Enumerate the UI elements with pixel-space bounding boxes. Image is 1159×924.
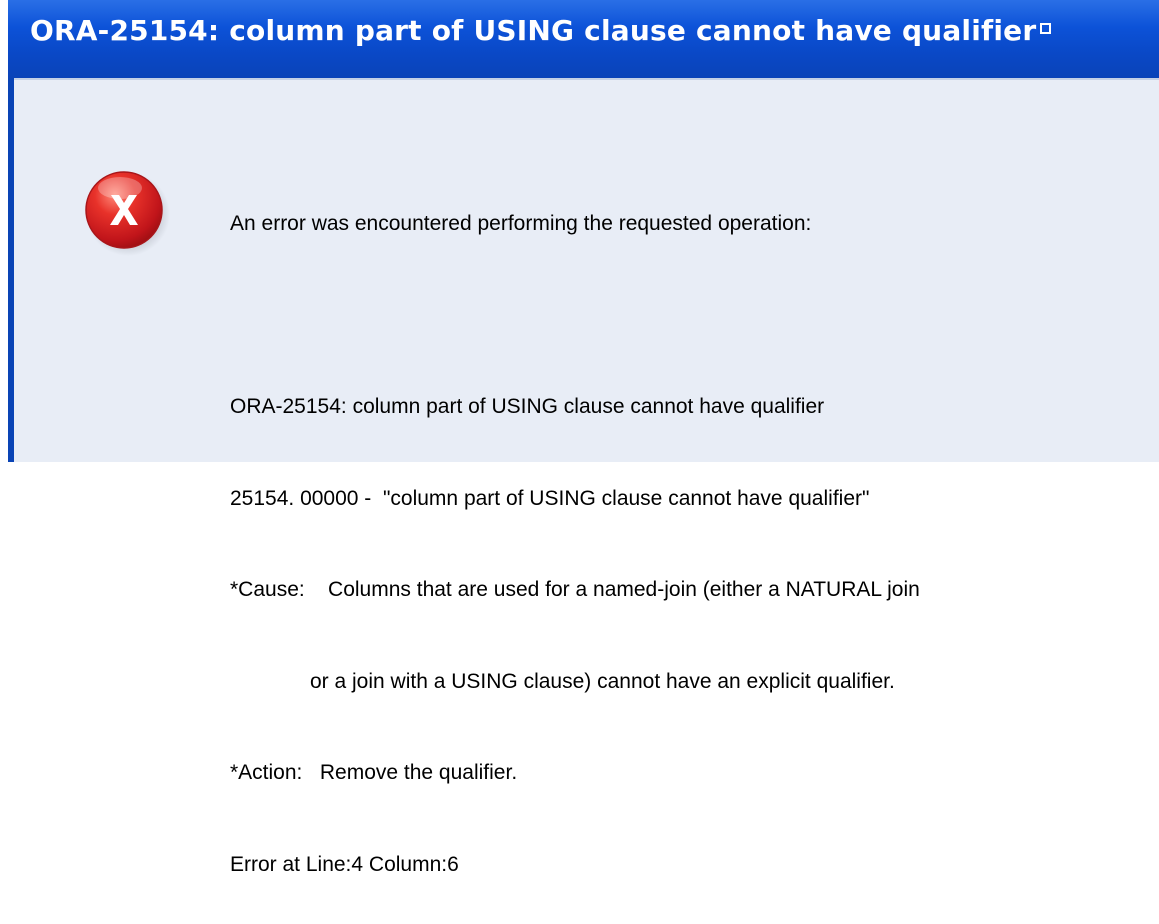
dialog-title: ORA-25154: column part of USING clause c… [30, 14, 1052, 47]
message-line: *Cause: Columns that are used for a name… [230, 578, 920, 601]
dialog-content: An error was encountered performing the … [14, 78, 1159, 876]
message-line: Error at Line:4 Column:6 [230, 852, 459, 876]
message-line: ORA-25154: column part of USING clause c… [230, 395, 825, 418]
message-line: or a join with a USING clause) cannot ha… [310, 669, 895, 693]
error-dialog: ORA-25154: column part of USING clause c… [0, 0, 1159, 876]
message-spacer [230, 301, 920, 332]
message-line: *Action: Remove the qualifier. [230, 761, 518, 784]
message-line: 25154. 00000 - "column part of USING cla… [230, 486, 870, 510]
error-message: An error was encountered performing the … [230, 148, 920, 924]
title-bar[interactable]: ORA-25154: column part of USING clause c… [8, 0, 1159, 78]
title-marker-icon [1040, 23, 1052, 34]
error-x-icon [85, 171, 170, 256]
dialog-title-text: ORA-25154: column part of USING clause c… [30, 14, 1037, 47]
message-intro: An error was encountered performing the … [230, 212, 812, 235]
